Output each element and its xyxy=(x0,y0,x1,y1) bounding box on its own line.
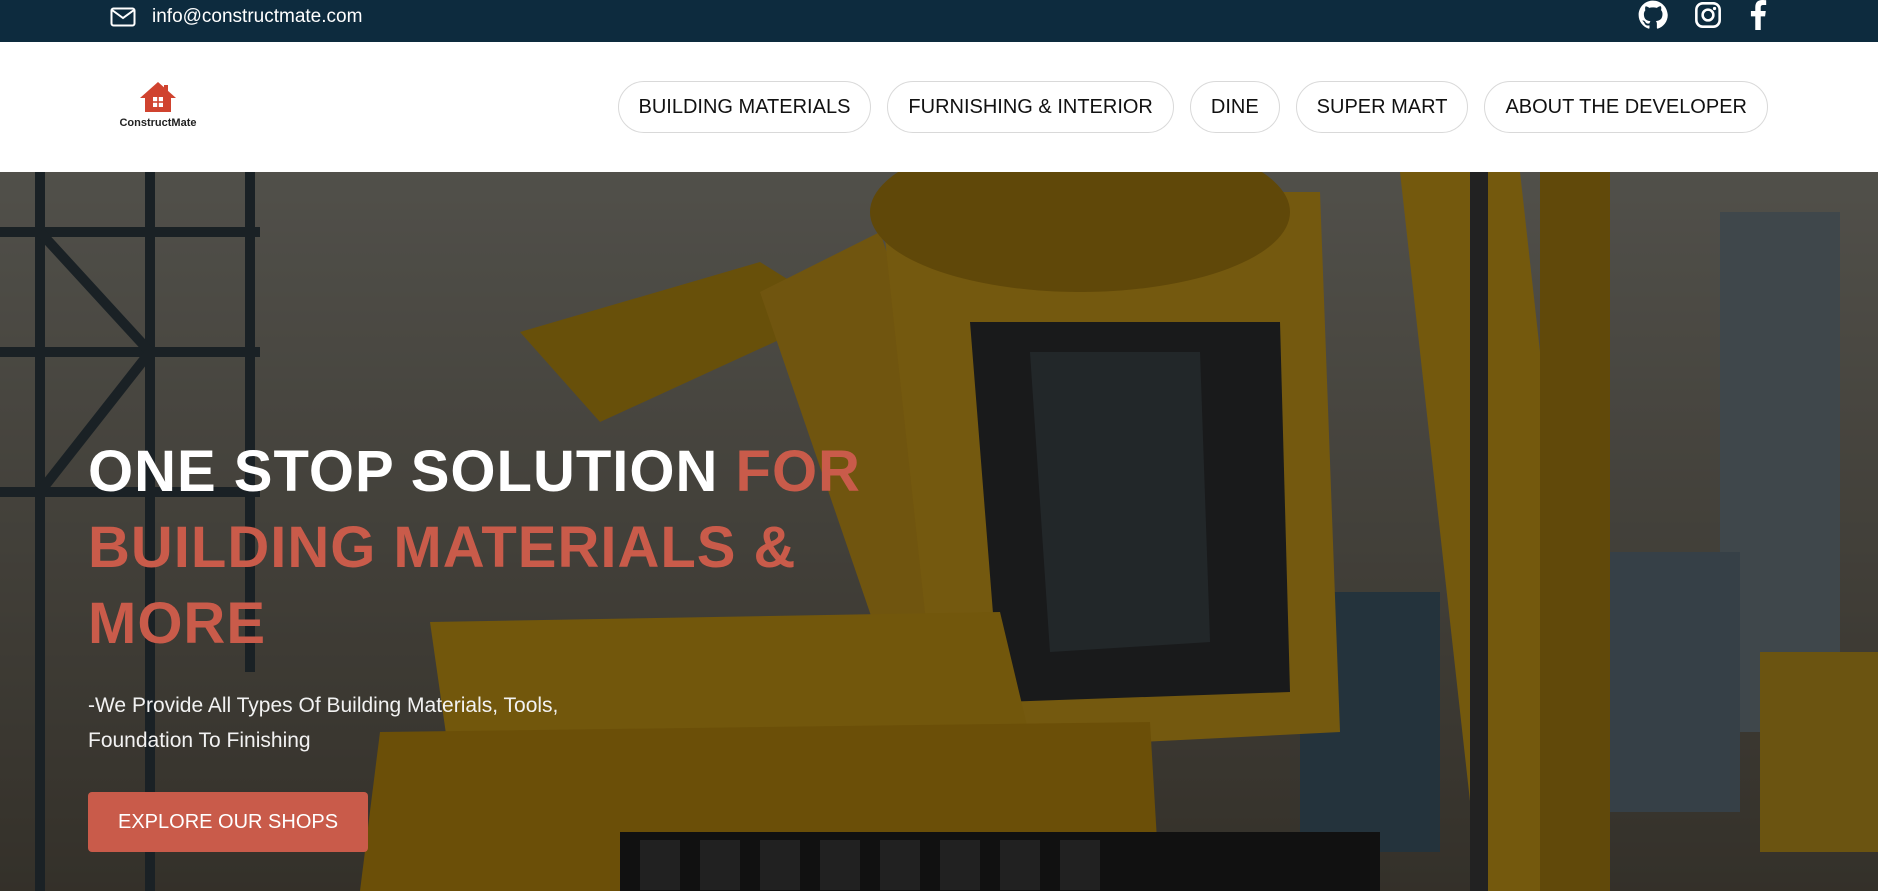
hero-content: ONE STOP SOLUTION FOR BUILDING MATERIALS… xyxy=(88,434,928,852)
facebook-icon[interactable] xyxy=(1748,0,1768,35)
github-icon[interactable] xyxy=(1638,0,1668,35)
top-contact-bar: info@constructmate.com xyxy=(0,0,1878,42)
hero-title: ONE STOP SOLUTION FOR BUILDING MATERIALS… xyxy=(88,434,928,662)
social-links xyxy=(1638,0,1768,34)
nav-building-materials[interactable]: BUILDING MATERIALS xyxy=(617,81,872,133)
main-nav: BUILDING MATERIALS FURNISHING & INTERIOR… xyxy=(617,81,1768,133)
contact-email[interactable]: info@constructmate.com xyxy=(110,0,362,34)
house-logo-icon xyxy=(140,82,176,112)
nav-dine[interactable]: DINE xyxy=(1189,81,1280,133)
email-link[interactable]: info@constructmate.com xyxy=(152,6,362,28)
nav-super-mart[interactable]: SUPER MART xyxy=(1295,81,1469,133)
hero-title-white: ONE STOP SOLUTION xyxy=(88,439,719,504)
instagram-icon[interactable] xyxy=(1694,1,1722,34)
hero-section: ONE STOP SOLUTION FOR BUILDING MATERIALS… xyxy=(0,172,1878,891)
nav-furnishing-interior[interactable]: FURNISHING & INTERIOR xyxy=(887,81,1174,133)
explore-shops-button[interactable]: EXPLORE OUR SHOPS xyxy=(88,792,369,852)
brand-name: ConstructMate xyxy=(119,117,197,129)
main-header: ConstructMate BUILDING MATERIALS FURNISH… xyxy=(0,42,1878,172)
hero-subtitle: -We Provide All Types Of Building Materi… xyxy=(88,694,559,752)
brand-logo[interactable]: ConstructMate xyxy=(118,80,198,135)
mail-icon xyxy=(110,7,136,27)
nav-about-developer[interactable]: ABOUT THE DEVELOPER xyxy=(1484,81,1768,133)
